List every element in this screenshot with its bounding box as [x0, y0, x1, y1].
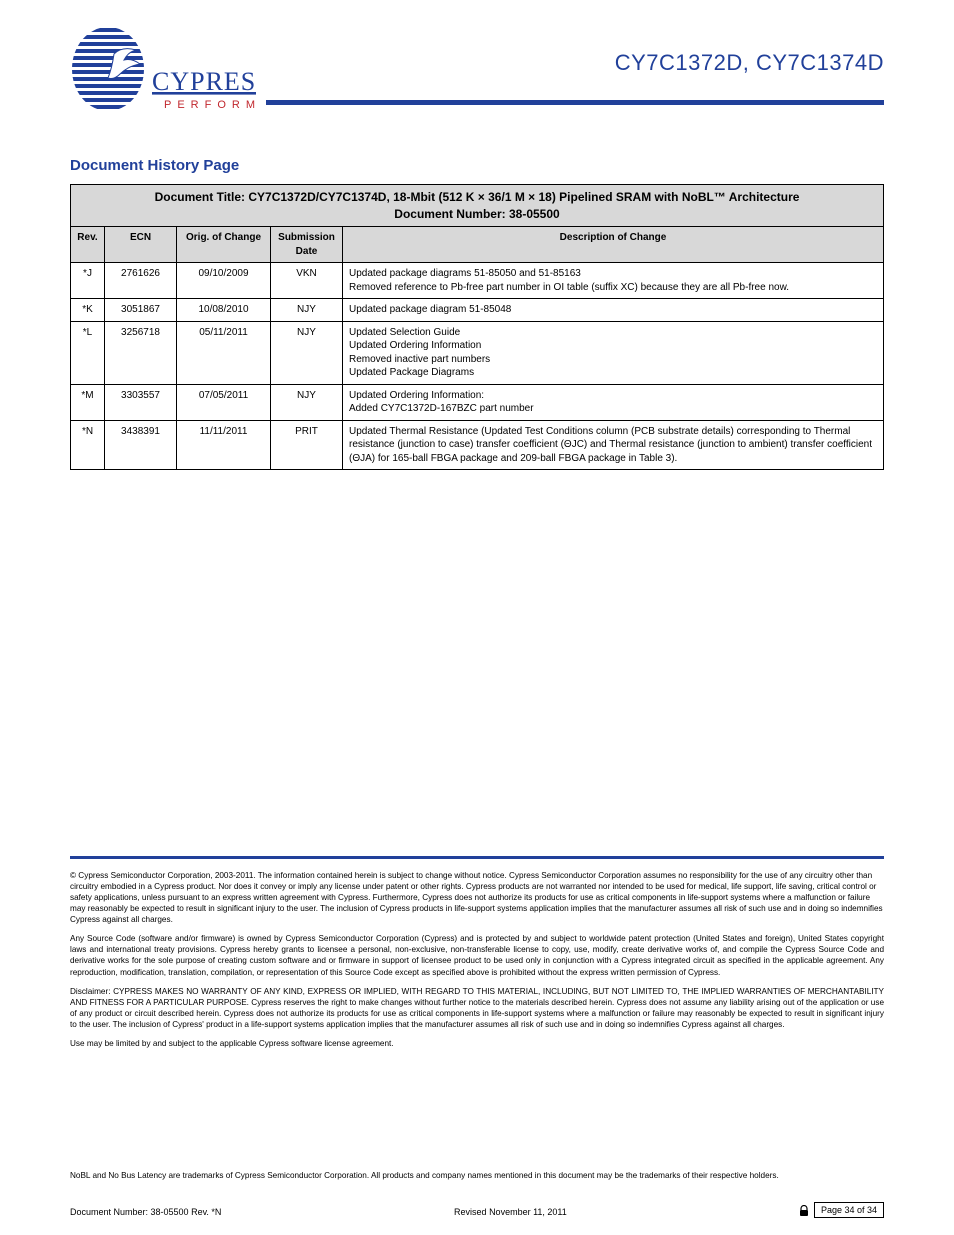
svg-text:PERFORM: PERFORM [164, 99, 256, 111]
table-title: Document Title: CY7C1372D/CY7C1374D, 18-… [71, 185, 884, 227]
page-footer: Document Number: 38-05500 Rev. *N Revise… [70, 1205, 884, 1217]
section-title-doc-history: Document History Page [70, 157, 884, 174]
col-orig: Orig. of Change [177, 227, 271, 263]
cell-desc: Updated package diagram 51-85048 [343, 299, 884, 322]
cell-orig: VKN [271, 263, 343, 299]
cell-orig: NJY [271, 384, 343, 420]
cell-date: 11/11/2011 [177, 420, 271, 470]
table-header-row: Rev. ECN Orig. of Change Submission Date… [71, 227, 884, 263]
cell-date: 10/08/2010 [177, 299, 271, 322]
cell-orig: NJY [271, 299, 343, 322]
cell-date: 05/11/2011 [177, 321, 271, 384]
cell-ecn: 3303557 [105, 384, 177, 420]
copyright-text: © Cypress Semiconductor Corporation, 200… [70, 870, 884, 925]
cell-ecn: 3438391 [105, 420, 177, 470]
col-ecn: ECN [105, 227, 177, 263]
footer-doc-num: Document Number: 38-05500 Rev. *N [70, 1207, 221, 1217]
cell-ecn: 3256718 [105, 321, 177, 384]
cell-desc: Updated Selection Guide Updated Ordering… [343, 321, 884, 384]
cell-date: 09/10/2009 [177, 263, 271, 299]
footer-divider [70, 856, 884, 859]
table-row: *N 3438391 11/11/2011 PRIT Updated Therm… [71, 420, 884, 470]
cell-rev: *N [71, 420, 105, 470]
footer-trademark: NoBL and No Bus Latency are trademarks o… [70, 1171, 884, 1180]
footer-revised: Revised November 11, 2011 [454, 1207, 567, 1217]
col-rev: Rev. [71, 227, 105, 263]
svg-text:CYPRESS: CYPRESS [152, 67, 256, 96]
warranty-text: Disclaimer: CYPRESS MAKES NO WARRANTY OF… [70, 986, 884, 1030]
lock-icon [799, 1205, 809, 1217]
revision-history-table: Document Title: CY7C1372D/CY7C1374D, 18-… [70, 184, 884, 470]
header-divider [266, 100, 884, 105]
col-desc: Description of Change [343, 227, 884, 263]
cell-rev: *M [71, 384, 105, 420]
page-header: CYPRESS PERFORM CY7C1372D, CY7C1374D [70, 22, 884, 127]
rights-text: Use may be limited by and subject to the… [70, 1038, 884, 1049]
table-row: *J 2761626 09/10/2009 VKN Updated packag… [71, 263, 884, 299]
table-row: *L 3256718 05/11/2011 NJY Updated Select… [71, 321, 884, 384]
cell-desc: Updated Ordering Information: Added CY7C… [343, 384, 884, 420]
ip-text: Any Source Code (software and/or firmwar… [70, 933, 884, 977]
cell-rev: *K [71, 299, 105, 322]
table-row: *M 3303557 07/05/2011 NJY Updated Orderi… [71, 384, 884, 420]
cypress-logo: CYPRESS PERFORM [70, 22, 256, 116]
cell-desc: Updated package diagrams 51-85050 and 51… [343, 263, 884, 299]
cell-ecn: 3051867 [105, 299, 177, 322]
footer-page-num: Page 34 of 34 [814, 1202, 884, 1218]
cell-rev: *J [71, 263, 105, 299]
col-date: Submission Date [271, 227, 343, 263]
cell-date: 07/05/2011 [177, 384, 271, 420]
part-number: CY7C1372D, CY7C1374D [615, 50, 884, 76]
cell-orig: NJY [271, 321, 343, 384]
cell-ecn: 2761626 [105, 263, 177, 299]
table-row: *K 3051867 10/08/2010 NJY Updated packag… [71, 299, 884, 322]
cell-desc: Updated Thermal Resistance (Updated Test… [343, 420, 884, 470]
disclaimer-block: © Cypress Semiconductor Corporation, 200… [70, 870, 884, 1057]
cell-rev: *L [71, 321, 105, 384]
cell-orig: PRIT [271, 420, 343, 470]
